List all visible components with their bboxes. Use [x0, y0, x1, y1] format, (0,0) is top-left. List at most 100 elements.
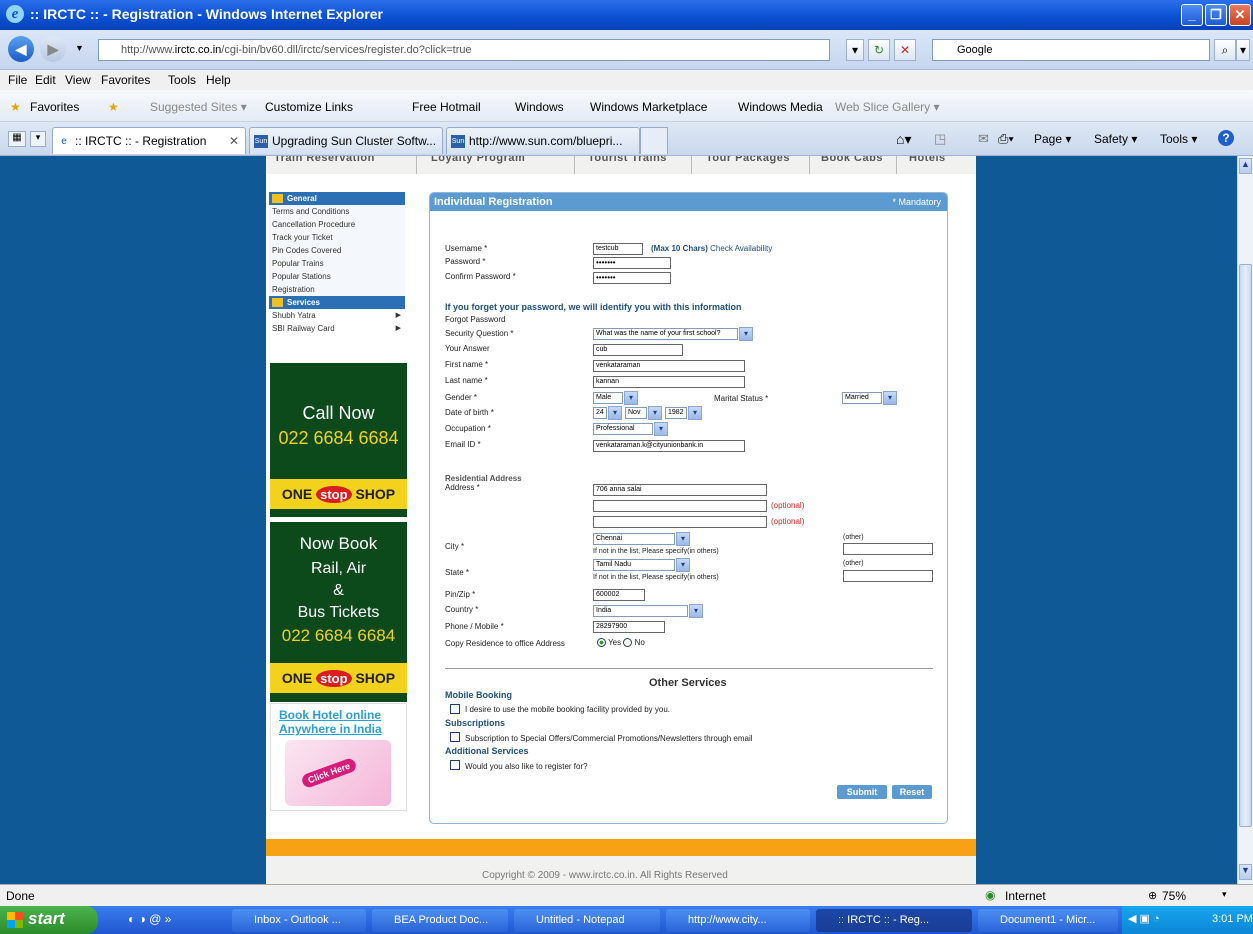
zoom-dropdown-icon[interactable]: ▾	[1222, 889, 1227, 900]
fav-link-customize-links[interactable]: Customize Links	[265, 100, 353, 114]
occupation-select[interactable]: Professional ▾	[593, 422, 668, 436]
tab-irctc-registration[interactable]: e :: IRCTC :: - Registration ✕	[52, 127, 246, 154]
fav-link-windows-media[interactable]: Windows Media	[738, 100, 823, 114]
tab-sun-blueprints[interactable]: Sun http://www.sun.com/bluepri...	[446, 127, 640, 154]
menu-edit[interactable]: Edit	[35, 73, 56, 87]
menu-file[interactable]: File	[8, 73, 27, 87]
forward-button[interactable]: ▶	[40, 36, 66, 62]
security-zone[interactable]: Internet	[1005, 889, 1046, 903]
search-icon[interactable]: ⌕	[1214, 39, 1236, 61]
state-select[interactable]: Tamil Nadu ▾	[593, 558, 690, 572]
window-title-bar[interactable]: e :: IRCTC :: - Registration - Windows I…	[0, 0, 1253, 30]
new-tab-button[interactable]	[640, 127, 668, 154]
menu-help[interactable]: Help	[206, 73, 231, 87]
nav-tourist-trains[interactable]: Tourist Trains	[588, 156, 667, 164]
start-button[interactable]: start	[0, 906, 98, 934]
dob-day-select[interactable]: 24 ▾	[593, 406, 622, 420]
first-name-input[interactable]: venkataraman	[593, 360, 745, 372]
zoom-level[interactable]: 75%	[1162, 889, 1186, 903]
maximize-button[interactable]: ❐	[1205, 4, 1227, 26]
sidebar-item-popular-trains[interactable]: Popular Trains	[269, 257, 405, 270]
sidebar-item-popular-stations[interactable]: Popular Stations	[269, 270, 405, 283]
nav-tour-packages[interactable]: Tour Packages	[706, 156, 790, 164]
task-inbox-outlook[interactable]: Inbox - Outlook ...	[232, 909, 366, 932]
submit-button[interactable]: Submit	[837, 785, 887, 799]
fav-link-windows[interactable]: Windows	[515, 100, 564, 114]
address-dropdown-button[interactable]: ▾	[846, 39, 864, 61]
answer-input[interactable]: cub	[593, 344, 683, 356]
city-select[interactable]: Chennai ▾	[593, 532, 690, 546]
radio-no[interactable]	[623, 638, 633, 648]
address-line3-input[interactable]	[593, 516, 767, 528]
quick-tabs-icon[interactable]: ▦	[8, 131, 26, 147]
fav-link-suggested-sites[interactable]: Suggested Sites ▾	[150, 100, 247, 114]
close-tab-icon[interactable]: ✕	[229, 134, 239, 148]
check-availability-link[interactable]: Check Availability	[710, 244, 772, 253]
print-icon[interactable]: ⎙▾	[998, 131, 1014, 147]
back-button[interactable]: ◀	[8, 36, 34, 62]
page-menu[interactable]: Page ▾	[1034, 132, 1071, 146]
menu-favorites[interactable]: Favorites	[101, 73, 150, 87]
refresh-icon[interactable]: ↻	[868, 39, 890, 61]
copy-address-radio-group[interactable]: Yes No	[597, 638, 645, 648]
menu-tools[interactable]: Tools	[168, 73, 196, 87]
task-document1-word[interactable]: Document1 - Micr...	[978, 909, 1118, 932]
tab-list-dropdown[interactable]: ▾	[30, 131, 46, 147]
vertical-scrollbar[interactable]: ▲ ▼	[1237, 156, 1253, 884]
now-book-ad[interactable]: Now Book Rail, Air & Bus Tickets 022 668…	[270, 522, 407, 702]
nav-train-reservation[interactable]: Train Reservation	[274, 156, 375, 164]
marital-status-select[interactable]: Married ▾	[842, 391, 897, 405]
subscriptions-checkbox[interactable]	[450, 732, 460, 742]
last-name-input[interactable]: kannan	[593, 376, 745, 388]
home-icon[interactable]: ⌂▾	[896, 131, 911, 148]
sidebar-item-shubh-yatra[interactable]: Shubh Yatra ▶	[269, 309, 405, 322]
password-input[interactable]: •••••••	[593, 257, 671, 269]
quick-launch-icons[interactable]: ◐ ◑ @ »	[128, 912, 171, 926]
scroll-thumb[interactable]	[1239, 264, 1252, 827]
fav-link-web-slice-gallery[interactable]: Web Slice Gallery ▾	[835, 100, 940, 114]
phone-input[interactable]: 28297900	[593, 621, 665, 633]
mobile-booking-checkbox[interactable]	[450, 704, 460, 714]
fav-link-windows-marketplace[interactable]: Windows Marketplace	[590, 100, 707, 114]
dob-month-select[interactable]: Nov ▾	[625, 406, 662, 420]
pin-input[interactable]: 600002	[593, 589, 645, 601]
nav-hotels[interactable]: Hotels	[909, 156, 946, 164]
tools-menu[interactable]: Tools ▾	[1160, 132, 1197, 146]
confirm-password-input[interactable]: •••••••	[593, 272, 671, 284]
sidebar-item-track-ticket[interactable]: Track your Ticket	[269, 231, 405, 244]
sidebar-item-registration[interactable]: Registration	[269, 283, 405, 296]
city-other-input[interactable]	[843, 543, 933, 555]
search-input[interactable]: Google	[932, 39, 1210, 61]
safety-menu[interactable]: Safety ▾	[1094, 132, 1137, 146]
tray-icons[interactable]: ◀ ▣ ◔	[1128, 912, 1160, 925]
add-favorite-icon[interactable]: ★	[108, 100, 119, 114]
sidebar-item-terms[interactable]: Terms and Conditions	[269, 205, 405, 218]
security-question-select[interactable]: What was the name of your first school? ▾	[593, 327, 753, 341]
address-line1-input[interactable]: 706 anna salai	[593, 484, 767, 496]
book-hotel-ad[interactable]: Book Hotel online Anywhere in India Clic…	[270, 703, 407, 811]
close-button[interactable]: ✕	[1229, 4, 1251, 26]
fav-link-free-hotmail[interactable]: Free Hotmail	[412, 100, 481, 114]
additional-services-checkbox[interactable]	[450, 760, 460, 770]
task-city-browser[interactable]: http://www.city...	[666, 909, 810, 932]
sidebar-item-cancellation[interactable]: Cancellation Procedure	[269, 218, 405, 231]
favorites-button[interactable]: Favorites	[30, 100, 79, 114]
username-input[interactable]: testcub	[593, 243, 643, 255]
call-now-ad[interactable]: Call Now 022 6684 6684 ONE stop SHOP	[270, 363, 407, 517]
feeds-icon[interactable]: ◳	[934, 131, 946, 147]
dob-year-select[interactable]: 1982 ▾	[665, 406, 702, 420]
stop-icon[interactable]: ✕	[894, 39, 916, 61]
menu-view[interactable]: View	[65, 73, 91, 87]
minimize-button[interactable]: _	[1181, 4, 1203, 26]
reset-button[interactable]: Reset	[892, 785, 932, 799]
country-select[interactable]: India ▾	[593, 604, 703, 618]
gender-select[interactable]: Male ▾	[593, 391, 638, 405]
mail-icon[interactable]: ✉	[978, 131, 989, 147]
tab-sun-cluster[interactable]: Sun Upgrading Sun Cluster Softw...	[249, 127, 443, 154]
clock[interactable]: 3:01 PM	[1212, 913, 1253, 925]
task-notepad[interactable]: Untitled - Notepad	[514, 909, 660, 932]
sidebar-item-pin-codes[interactable]: Pin Codes Covered	[269, 244, 405, 257]
search-options-dropdown[interactable]: ▾	[1236, 39, 1250, 61]
email-input[interactable]: venkataraman.k@cityunionbank.in	[593, 440, 745, 452]
help-icon[interactable]: ?	[1218, 130, 1234, 146]
